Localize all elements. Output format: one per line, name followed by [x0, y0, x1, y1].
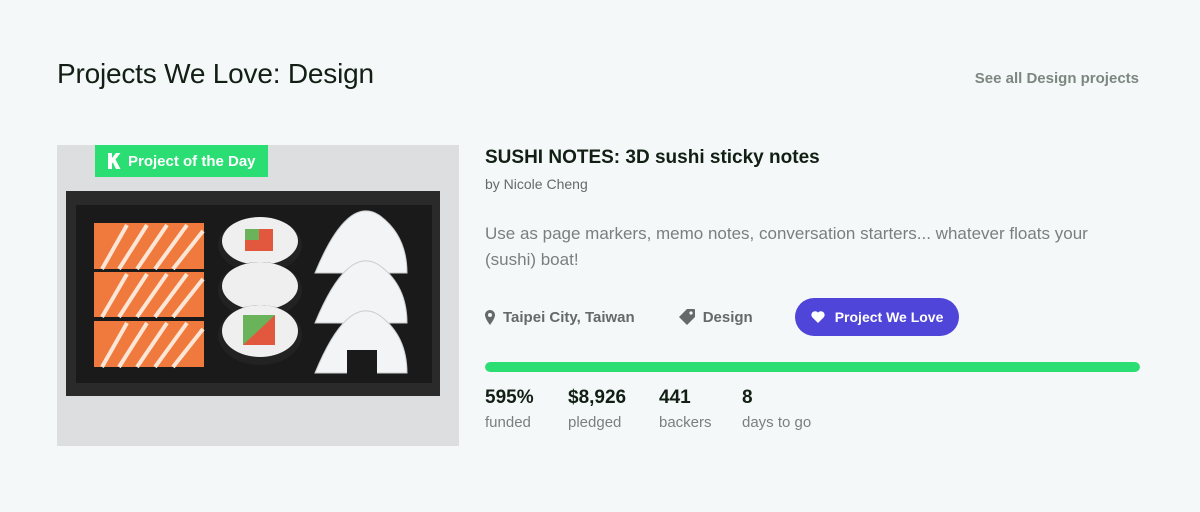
location-label: Taipei City, Taiwan — [503, 308, 635, 326]
kickstarter-k-icon — [108, 153, 121, 169]
category-label: Design — [702, 308, 753, 326]
category-link[interactable]: Design — [678, 308, 753, 326]
stat-value: 441 — [659, 387, 691, 408]
see-all-design-link[interactable]: See all Design projects — [975, 70, 1139, 87]
badge-label: Project of the Day — [128, 152, 256, 170]
sushi-notes-photo — [57, 145, 459, 446]
stat-label: backers — [659, 414, 712, 431]
stat-label: pledged — [568, 414, 622, 431]
stat-value: $8,926 — [568, 387, 627, 408]
salmon-nigiri — [94, 223, 205, 369]
heart-icon — [811, 311, 825, 323]
project-image[interactable]: Project of the Day — [57, 145, 459, 446]
project-blurb: Use as page markers, memo notes, convers… — [485, 224, 1088, 269]
project-we-love-button[interactable]: Project We Love — [794, 298, 960, 336]
stat-value: 8 — [742, 387, 753, 408]
project-meta: Taipei City, Taiwan Design Project We Lo… — [485, 298, 960, 336]
map-pin-icon — [485, 309, 495, 325]
tag-icon — [678, 309, 695, 325]
stat-value: 595% — [485, 387, 534, 408]
maki-rolls — [218, 217, 302, 365]
project-we-love-label: Project We Love — [834, 309, 944, 325]
project-title[interactable]: SUSHI NOTES: 3D sushi sticky notes — [485, 147, 820, 169]
project-of-the-day-badge: Project of the Day — [95, 145, 268, 177]
funding-progress-fill — [485, 362, 1140, 372]
stat-funded: 595% funded — [485, 386, 568, 434]
stat-label: funded — [485, 414, 531, 431]
stat-label: days to go — [742, 414, 812, 431]
stat-days-to-go: 8 days to go — [742, 386, 842, 434]
stat-pledged: $8,926 pledged — [568, 386, 659, 434]
funding-progress-bar — [485, 362, 1140, 372]
location-link[interactable]: Taipei City, Taiwan — [485, 309, 635, 326]
section-title: Projects We Love: Design — [57, 58, 374, 89]
stat-backers: 441 backers — [659, 386, 742, 434]
project-byline[interactable]: by Nicole Cheng — [485, 176, 588, 192]
project-stats: 595% funded $8,926 pledged 441 backers 8… — [485, 386, 842, 434]
